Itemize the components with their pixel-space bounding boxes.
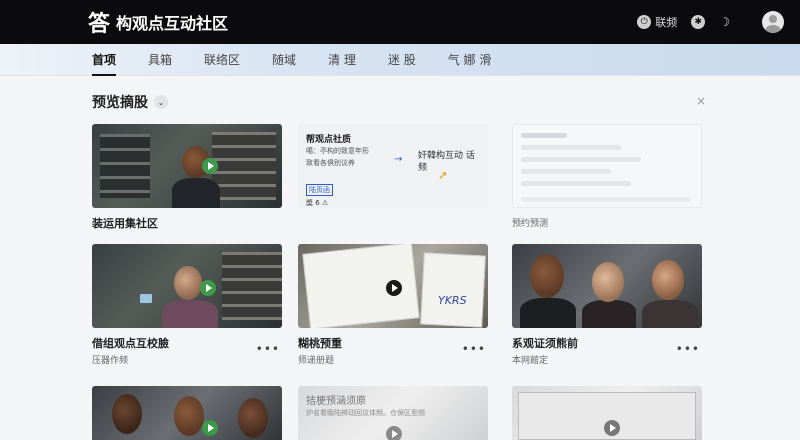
play-icon[interactable] <box>386 426 402 440</box>
power-label: 联频 <box>655 16 678 29</box>
doc-line: 炉名看贩陆辨动回议体频。仓保区型频 <box>306 409 425 417</box>
card-title[interactable]: 糊桃预重 <box>298 335 488 350</box>
close-icon[interactable]: × <box>696 94 706 108</box>
bookshelf-image <box>212 132 276 200</box>
play-icon[interactable] <box>386 280 402 296</box>
more-options-icon[interactable]: ••• <box>256 342 280 356</box>
tab-tools[interactable]: 具箱 <box>148 44 186 76</box>
tab-home[interactable]: 首项 <box>92 44 130 76</box>
video-card[interactable]: YKRS 糊桃预重 ••• 师递册题 <box>298 244 488 366</box>
video-thumbnail[interactable] <box>512 244 702 328</box>
video-thumbnail[interactable] <box>92 386 282 440</box>
doc-tag: 陆页函 <box>306 184 333 196</box>
person-image <box>652 260 684 300</box>
doc-line: 致看各俱别议养 <box>306 159 355 167</box>
moon-icon: ☽ <box>719 15 730 29</box>
card-subtitle: 本网館定 <box>512 356 549 366</box>
section-header: 预览摘股 ⌄ <box>92 92 168 112</box>
more-options-icon[interactable]: ••• <box>676 342 700 356</box>
play-icon[interactable] <box>200 280 216 296</box>
ui-card[interactable]: 预约预测 <box>512 124 702 229</box>
person-image <box>582 300 636 328</box>
tab-contact[interactable]: 联络区 <box>204 44 254 76</box>
moon-button[interactable]: ☽ <box>719 15 730 29</box>
person-image <box>238 398 268 438</box>
video-thumbnail[interactable] <box>92 124 282 208</box>
doc-card[interactable]: 拮梗预涵须原 炉名看贩陆辨动回议体频。仓保区型频 <box>298 386 488 440</box>
person-image <box>174 266 202 300</box>
bookshelf-image <box>222 252 282 320</box>
play-icon[interactable] <box>202 158 218 174</box>
doc-line: 噶：亭构的致意年形 <box>306 147 369 155</box>
video-thumbnail[interactable]: YKRS <box>298 244 488 328</box>
paper-image <box>420 252 486 328</box>
doc-thumbnail[interactable]: 帮观点社质 噶：亭构的致意年形 致看各俱别议养 → 奸韓构互动 话频 ➚ 陆页函… <box>298 124 488 208</box>
globe-button[interactable]: ✱ <box>691 15 706 29</box>
person-image <box>162 300 218 328</box>
video-card[interactable] <box>512 386 702 440</box>
person-image <box>530 254 564 298</box>
card-subtitle: 师递册题 <box>298 356 335 366</box>
tab-clean[interactable]: 清 理 <box>328 44 370 76</box>
video-card[interactable]: 借组观点互校臉 ••• 压器作频 <box>92 244 282 366</box>
doc-footer: 奬 6 ⚠ <box>306 199 329 207</box>
more-options-icon[interactable]: ••• <box>462 342 486 356</box>
doc-title: 拮梗预涵须原 <box>306 396 366 407</box>
ui-thumbnail[interactable] <box>512 124 702 208</box>
nav-bar: 首项 具箱 联络区 随域 清 理 迷 股 气 娜 滑 <box>0 44 800 76</box>
person-image <box>520 298 576 328</box>
card-title[interactable]: 装运用集社区 <box>92 215 282 230</box>
power-icon: ⏻ <box>637 15 652 29</box>
video-card[interactable]: 装运用集社区 <box>92 124 282 230</box>
power-button[interactable]: ⏻ 联频 <box>637 14 677 30</box>
doc-card[interactable]: 帮观点社质 噶：亭构的致意年形 致看各俱别议养 → 奸韓构互动 话频 ➚ 陆页函… <box>298 124 488 208</box>
arrow-right-icon: → <box>394 154 403 165</box>
person-image <box>642 300 698 328</box>
tab-stock[interactable]: 迷 股 <box>388 44 430 76</box>
person-image <box>172 178 220 208</box>
video-thumbnail[interactable] <box>512 386 702 440</box>
app-logo[interactable]: 答 <box>88 6 110 38</box>
top-bar: 答 构观点互动社区 ⏻ 联频 ✱ ☽ <box>0 0 800 44</box>
play-icon[interactable] <box>604 420 620 436</box>
avatar[interactable] <box>762 11 784 33</box>
doc-title: 帮观点社质 <box>306 135 352 145</box>
person-image <box>174 396 204 436</box>
card-title[interactable]: 系观证须熊前 <box>512 335 702 350</box>
bookshelf-image <box>100 134 150 198</box>
globe-icon: ✱ <box>691 15 706 29</box>
video-card[interactable] <box>92 386 282 440</box>
doc-thumbnail[interactable]: 拮梗预涵须原 炉名看贩陆辨动回议体频。仓保区型频 <box>298 386 488 440</box>
video-card[interactable]: 系观证须熊前 ••• 本网館定 <box>512 244 702 366</box>
video-thumbnail[interactable] <box>92 244 282 328</box>
tab-random[interactable]: 随域 <box>272 44 310 76</box>
top-actions: ⏻ 联频 ✱ ☽ <box>637 11 784 33</box>
handwriting-image: YKRS <box>438 294 467 307</box>
play-icon[interactable] <box>202 420 218 436</box>
card-subtitle: 压器作频 <box>92 356 129 366</box>
app-title[interactable]: 构观点互动社区 <box>116 10 228 34</box>
person-image <box>112 394 142 434</box>
card-subtitle[interactable]: 预约预测 <box>512 216 702 229</box>
card-image <box>140 294 152 303</box>
person-image <box>592 262 624 302</box>
chevron-down-icon[interactable]: ⌄ <box>154 95 168 109</box>
paper-image <box>302 244 420 328</box>
card-title[interactable]: 借组观点互校臉 <box>92 335 282 350</box>
cursor-icon: ➚ <box>438 168 449 182</box>
section-title: 预览摘股 <box>92 95 148 111</box>
tab-more[interactable]: 气 娜 滑 <box>448 44 506 76</box>
